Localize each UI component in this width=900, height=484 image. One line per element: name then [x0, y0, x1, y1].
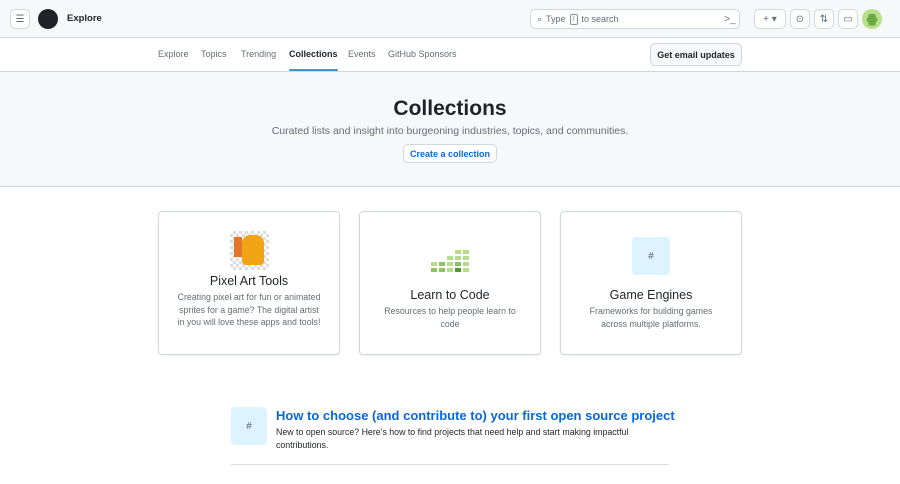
featured-article-link[interactable]: How to choose (and contribute to) your f… [276, 408, 675, 423]
create-new-button[interactable]: + ▾ [754, 9, 786, 29]
nav-github-sponsors[interactable]: GitHub Sponsors [388, 49, 457, 59]
issues-button[interactable]: ⊙ [790, 9, 810, 29]
inbox-icon: ▭ [843, 13, 853, 25]
global-header: ☰ Explore ⌕ Type / to search >_ + ▾ ⊙ ⇅ … [0, 0, 900, 38]
card-title: Game Engines [609, 288, 693, 302]
explore-subnav: Explore Topics Trending Collections Even… [0, 38, 900, 72]
github-logo-icon[interactable] [38, 9, 58, 29]
pull-requests-button[interactable]: ⇅ [814, 9, 834, 29]
collection-card-pixel-art-tools[interactable]: Pixel Art Tools Creating pixel art for f… [158, 211, 340, 355]
nav-trending[interactable]: Trending [241, 49, 276, 59]
nav-collections[interactable]: Collections [289, 49, 338, 71]
menu-button[interactable]: ☰ [10, 9, 30, 29]
search-shortcut-key: / [569, 13, 578, 25]
nav-explore[interactable]: Explore [158, 49, 189, 59]
search-input[interactable]: ⌕ Type / to search [530, 9, 740, 29]
command-palette-button[interactable]: >_ [720, 9, 740, 29]
header-title[interactable]: Explore [67, 13, 102, 24]
notifications-button[interactable]: ▭ [838, 9, 858, 29]
search-icon: ⌕ [537, 13, 543, 24]
nav-topics[interactable]: Topics [201, 49, 227, 59]
issue-icon: ⊙ [795, 13, 805, 25]
page-title: Collections [393, 97, 507, 120]
pixel-art-image-icon [229, 231, 269, 270]
code-blocks-icon [431, 250, 469, 272]
card-description: Frameworks for building games across mul… [589, 306, 713, 329]
card-title: Learn to Code [410, 288, 490, 302]
collection-card-learn-to-code[interactable]: Learn to Code Resources to help people l… [359, 211, 541, 355]
collection-card-game-engines[interactable]: # Game Engines Frameworks for building g… [560, 211, 742, 355]
hero-section: Collections Curated lists and insight in… [0, 72, 900, 187]
user-avatar[interactable]: ꙮ [862, 9, 882, 29]
search-placeholder: Type [546, 14, 566, 24]
card-description: Creating pixel art for fun or animated s… [177, 292, 321, 327]
featured-hash-icon: # [231, 407, 267, 445]
hash-icon: # [632, 237, 670, 275]
featured-article-description: New to open source? Here’s how to find p… [276, 427, 629, 450]
search-placeholder-suffix: to search [581, 14, 619, 24]
create-collection-button[interactable]: Create a collection [403, 144, 497, 163]
terminal-icon: >_ [724, 13, 736, 25]
page-subtitle: Curated lists and insight into burgeonin… [271, 125, 629, 137]
get-email-updates-button[interactable]: Get email updates [650, 43, 742, 66]
divider [231, 464, 669, 465]
card-title: Pixel Art Tools [209, 274, 289, 288]
nav-events[interactable]: Events [348, 49, 376, 59]
pull-request-icon: ⇅ [819, 13, 829, 25]
card-description: Resources to help people learn to code [384, 306, 516, 329]
plus-icon: + ▾ [763, 13, 777, 25]
hamburger-icon: ☰ [15, 13, 25, 25]
